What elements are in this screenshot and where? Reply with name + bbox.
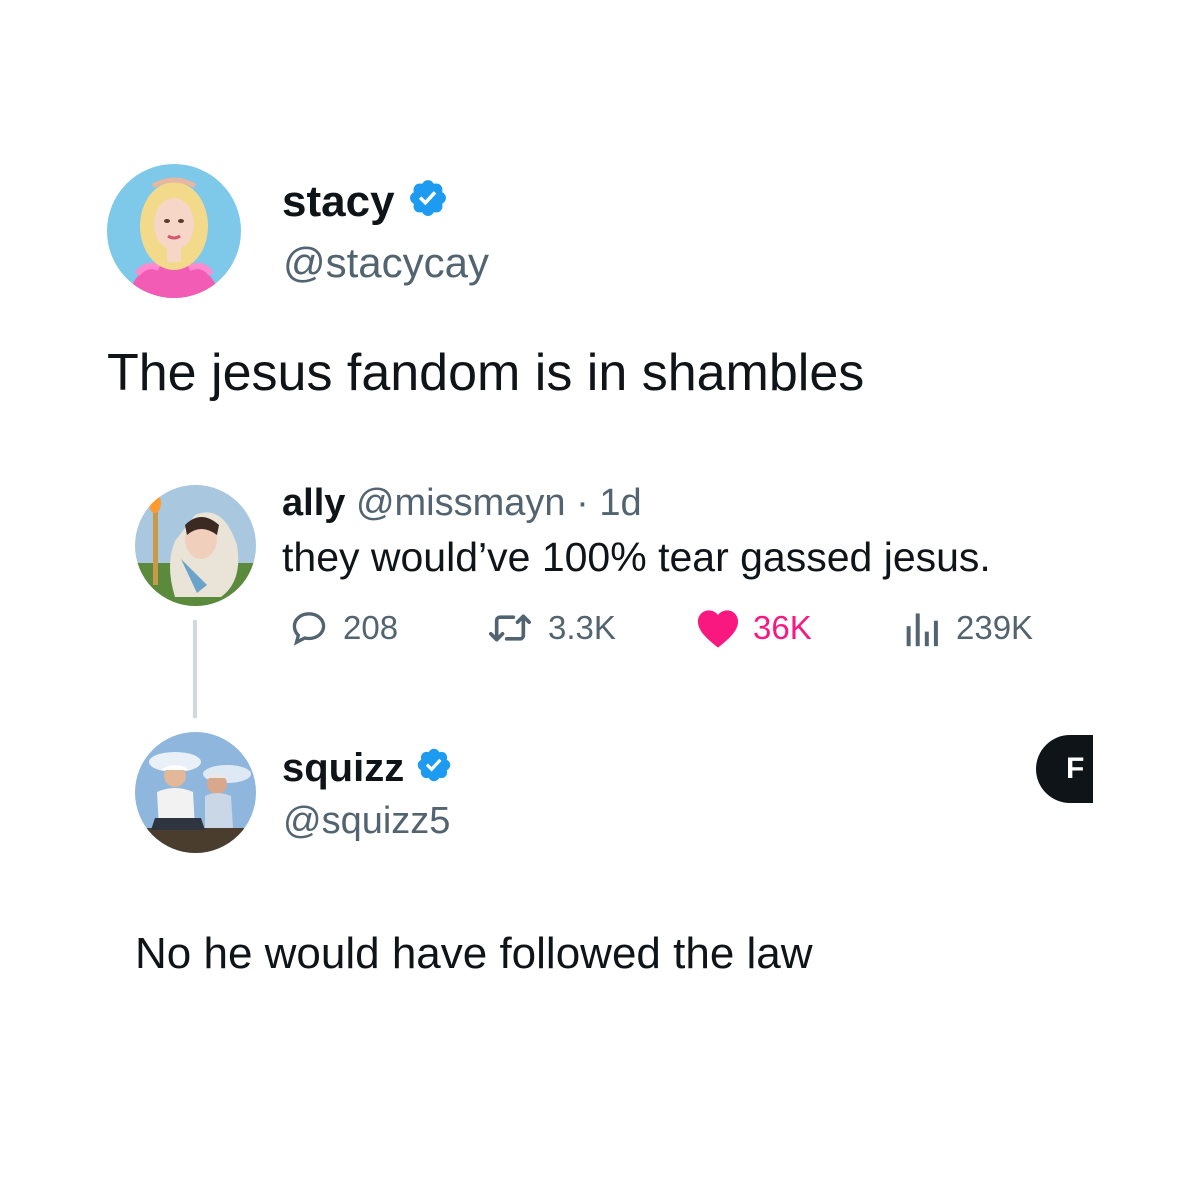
edge-mask: [1093, 700, 1200, 840]
view-count: 239K: [956, 609, 1034, 646]
repost-arrows-icon: [489, 614, 532, 642]
stacy-handle[interactable]: @stacycay: [283, 238, 489, 288]
stacy-avatar[interactable]: [107, 164, 241, 298]
meta-separator: ·: [576, 482, 589, 524]
bar-chart-icon: [906, 613, 938, 647]
ally-handle[interactable]: @missmayn: [356, 482, 566, 524]
reply-stat[interactable]: 208: [287, 608, 398, 648]
squizz-handle[interactable]: @squizz5: [283, 798, 450, 844]
squizz-avatar[interactable]: [135, 732, 256, 853]
display-name-text: stacy: [282, 177, 395, 226]
reply-count: 208: [343, 609, 399, 646]
repost-stat[interactable]: 3.3K: [484, 608, 616, 648]
display-name-text: squizz: [282, 746, 405, 790]
verified-badge-icon: [407, 177, 449, 231]
main-tweet-text: The jesus fandom is in shambles: [107, 344, 865, 402]
squizz-display-name[interactable]: squizz: [282, 744, 453, 795]
ally-header: ally @missmayn · 1d: [282, 480, 642, 526]
verified-badge-icon: [415, 746, 453, 795]
like-stat[interactable]: 36K: [695, 608, 812, 648]
like-count: 36K: [753, 609, 812, 646]
tweet-age[interactable]: 1d: [599, 482, 641, 524]
reply-tweet-text: No he would have followed the law: [135, 929, 813, 978]
quoted-tweet-text: they would’ve 100% tear gassed jesus.: [282, 534, 991, 580]
ally-display-name[interactable]: ally: [282, 482, 345, 524]
stacy-display-name[interactable]: stacy: [282, 176, 449, 231]
views-stat[interactable]: 239K: [902, 608, 1033, 648]
ally-avatar[interactable]: [135, 485, 256, 606]
speech-bubble-icon: [292, 612, 326, 646]
thread-connector-line: [193, 620, 197, 718]
heart-filled-icon: [697, 610, 739, 648]
repost-count: 3.3K: [548, 609, 616, 646]
